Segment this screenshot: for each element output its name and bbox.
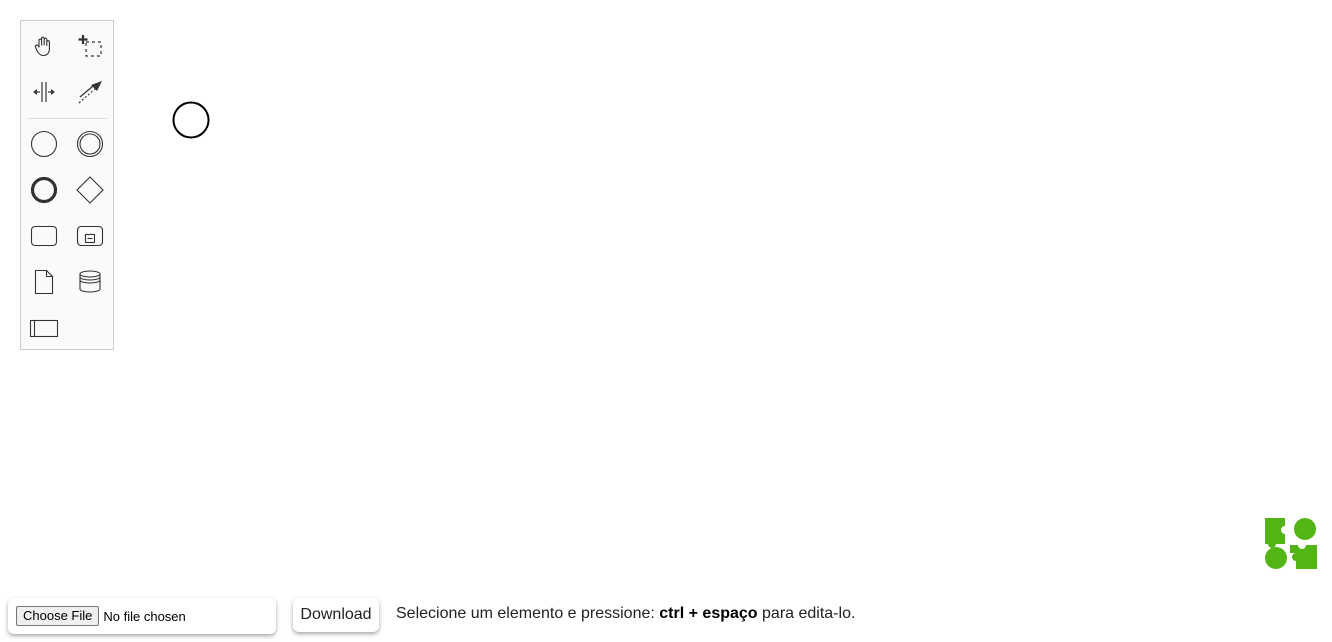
connect-icon bbox=[76, 78, 104, 106]
create-subprocess[interactable] bbox=[67, 213, 113, 259]
create-task[interactable] bbox=[21, 213, 67, 259]
file-upload-control: Choose File No file chosen bbox=[8, 598, 276, 634]
data-store-icon bbox=[75, 267, 105, 297]
create-end-event[interactable] bbox=[21, 167, 67, 213]
global-connect-tool[interactable] bbox=[67, 69, 113, 115]
palette-separator bbox=[27, 118, 107, 119]
create-data-store[interactable] bbox=[67, 259, 113, 305]
hand-icon bbox=[31, 33, 57, 59]
create-participant[interactable] bbox=[21, 305, 67, 351]
space-icon bbox=[30, 78, 58, 106]
lasso-icon bbox=[76, 32, 104, 60]
tool-palette bbox=[20, 20, 114, 350]
task-icon bbox=[29, 221, 59, 251]
subprocess-icon bbox=[75, 221, 105, 251]
create-data-object[interactable] bbox=[21, 259, 67, 305]
data-object-icon bbox=[29, 267, 59, 297]
bpmn-io-logo-icon[interactable] bbox=[1264, 518, 1318, 570]
hint-shortcut: ctrl + espaço bbox=[659, 605, 758, 622]
space-tool[interactable] bbox=[21, 69, 67, 115]
start-event-shape[interactable] bbox=[172, 101, 210, 139]
hint-suffix: para edita-lo. bbox=[762, 605, 856, 622]
create-gateway[interactable] bbox=[67, 167, 113, 213]
edit-hint: Selecione um elemento e pressione: ctrl … bbox=[396, 605, 855, 623]
intermediate-event-icon bbox=[75, 129, 105, 159]
create-start-event[interactable] bbox=[21, 121, 67, 167]
download-button[interactable]: Download bbox=[293, 598, 379, 632]
gateway-icon bbox=[75, 175, 105, 205]
start-event-icon bbox=[29, 129, 59, 159]
lasso-tool[interactable] bbox=[67, 23, 113, 69]
diagram-canvas[interactable]: Choose File No file chosen Download Sele… bbox=[0, 0, 1332, 642]
file-status-text: No file chosen bbox=[103, 608, 186, 624]
participant-icon bbox=[29, 313, 59, 343]
create-intermediate-event[interactable] bbox=[67, 121, 113, 167]
end-event-icon bbox=[29, 175, 59, 205]
choose-file-button[interactable]: Choose File bbox=[16, 606, 100, 626]
hint-prefix: Selecione um elemento e pressione: bbox=[396, 605, 655, 622]
hand-tool[interactable] bbox=[21, 23, 67, 69]
